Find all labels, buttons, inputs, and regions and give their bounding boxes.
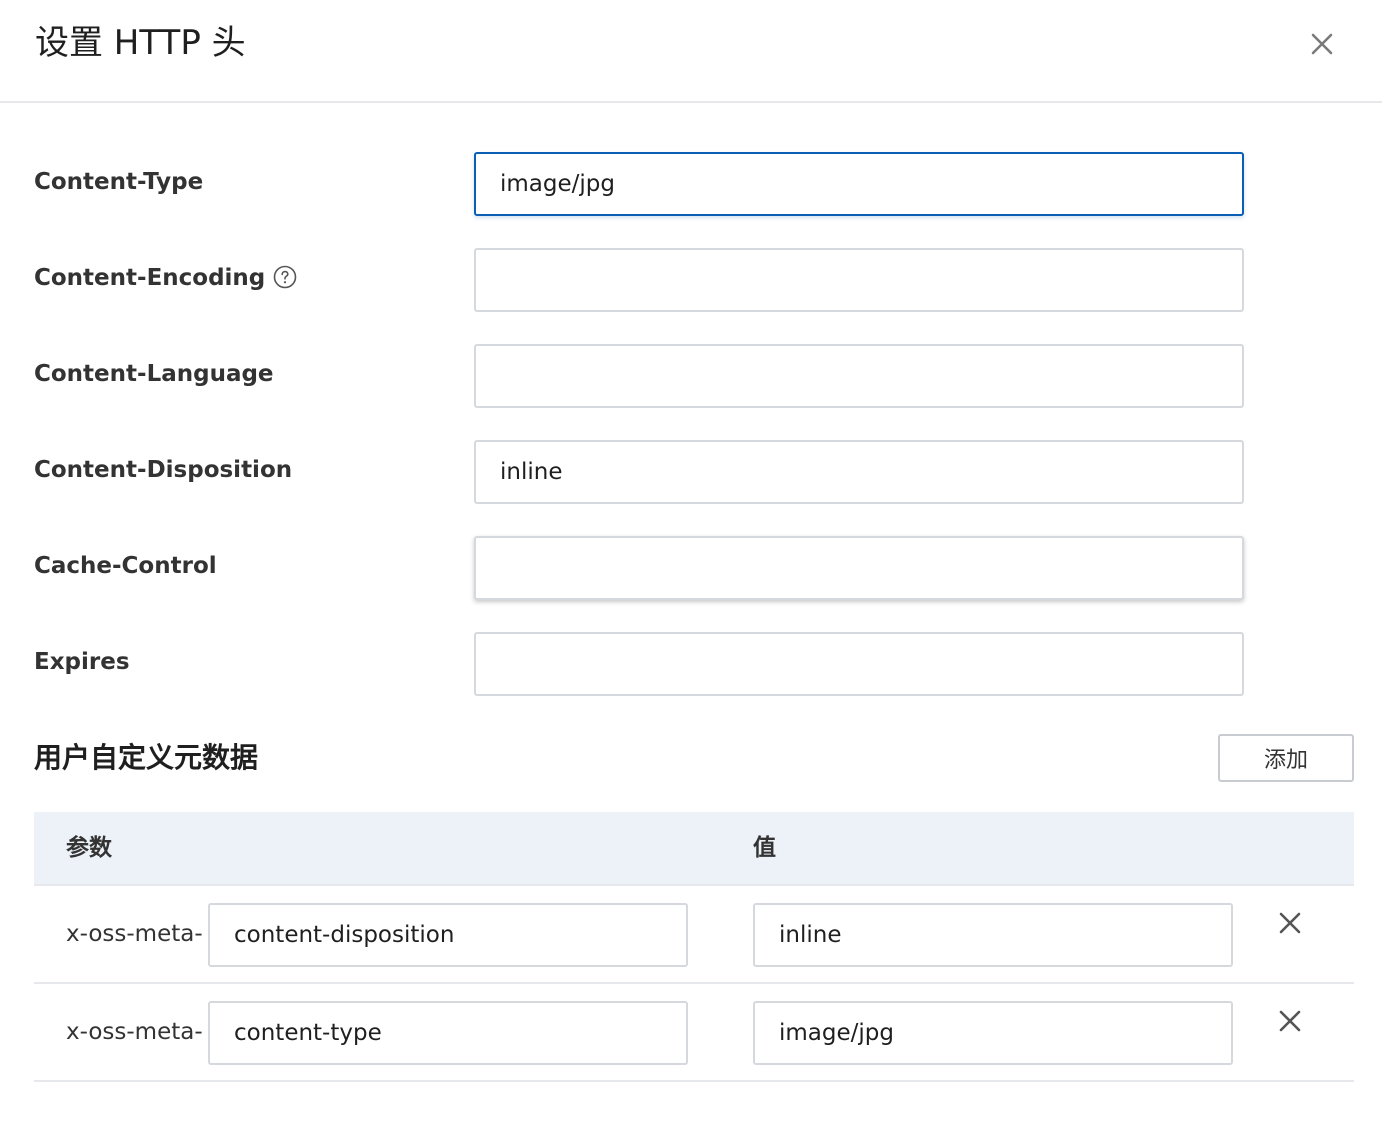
meta-prefix: x-oss-meta- <box>66 921 203 947</box>
content-encoding-label-group: Content-Encoding <box>34 263 297 293</box>
expires-label: Expires <box>34 649 130 675</box>
metadata-key-input[interactable] <box>208 903 688 967</box>
question-circle-icon[interactable] <box>273 265 297 289</box>
content-disposition-label: Content-Disposition <box>34 457 293 483</box>
content-language-input[interactable] <box>474 344 1244 408</box>
add-metadata-button[interactable]: 添加 <box>1218 734 1354 782</box>
metadata-value-input[interactable] <box>753 1001 1233 1065</box>
metadata-table-header: 参数 值 <box>34 812 1354 886</box>
content-encoding-input[interactable] <box>474 248 1244 312</box>
cache-control-input[interactable] <box>474 536 1244 600</box>
column-header-param: 参数 <box>66 835 112 861</box>
dialog-header: 设置 HTTP 头 <box>0 0 1382 103</box>
dialog-title: 设置 HTTP 头 <box>35 23 246 63</box>
content-type-label: Content-Type <box>34 169 204 195</box>
delete-row-icon[interactable] <box>1274 1005 1306 1037</box>
delete-row-icon[interactable] <box>1274 907 1306 939</box>
metadata-value-input[interactable] <box>753 903 1233 967</box>
content-encoding-label: Content-Encoding <box>34 265 266 291</box>
http-header-dialog: 设置 HTTP 头 Content-Type Content-Encoding … <box>0 0 1382 1134</box>
expires-input[interactable] <box>474 632 1244 696</box>
column-header-value: 值 <box>753 835 776 861</box>
meta-prefix: x-oss-meta- <box>66 1019 203 1045</box>
content-type-input[interactable] <box>474 152 1244 216</box>
cache-control-label: Cache-Control <box>34 553 217 579</box>
content-language-label: Content-Language <box>34 361 274 387</box>
table-row: x-oss-meta- <box>34 984 1354 1082</box>
user-metadata-title: 用户自定义元数据 <box>34 741 259 774</box>
content-disposition-input[interactable] <box>474 440 1244 504</box>
close-icon[interactable] <box>1304 26 1340 62</box>
table-row: x-oss-meta- <box>34 886 1354 984</box>
metadata-key-input[interactable] <box>208 1001 688 1065</box>
